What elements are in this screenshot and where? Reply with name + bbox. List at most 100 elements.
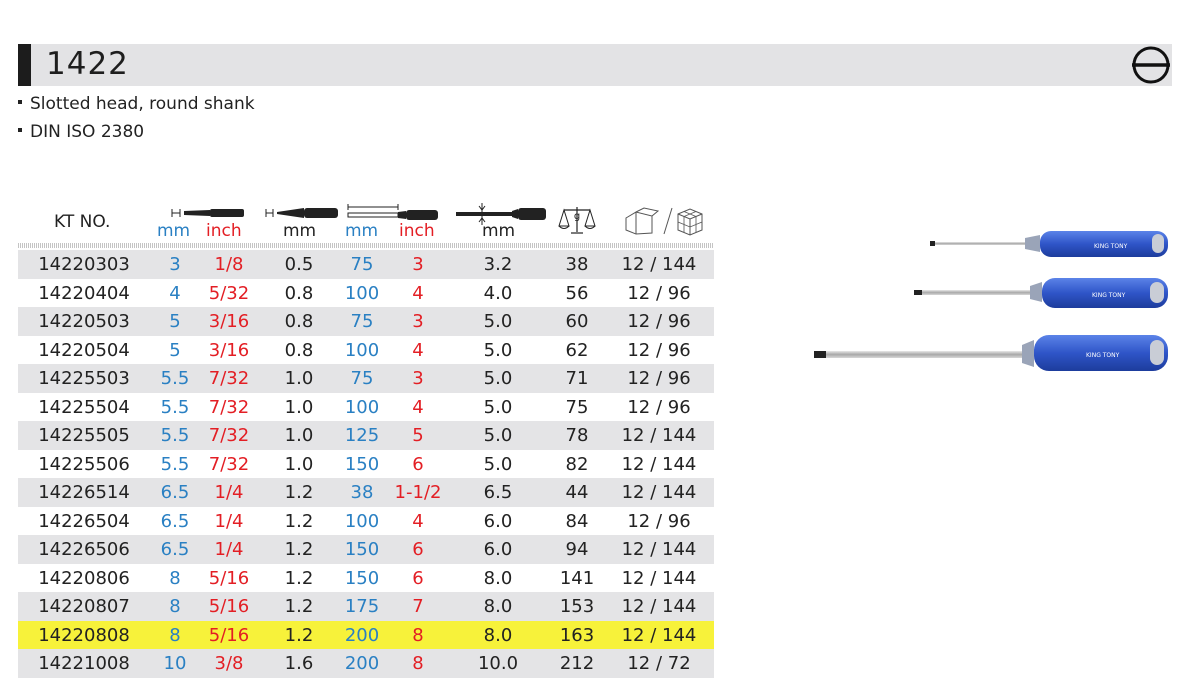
cell-weight-g: 56 [565, 282, 589, 304]
cell-thickness-mm: 1.2 [284, 596, 314, 617]
cell-shank-mm: 5.0 [483, 453, 513, 475]
cell-pack: 12 / 144 [621, 482, 697, 503]
cell-length-inch: 8 [412, 624, 424, 646]
cell-tip-mm: 8 [169, 596, 181, 617]
cell-tip-inch: 5/16 [208, 624, 250, 646]
cell-tip-mm: 3 [169, 254, 181, 275]
cell-weight-g: 84 [565, 510, 589, 532]
cell-weight-g: 82 [565, 453, 589, 475]
cell-weight-g: 38 [565, 254, 589, 275]
table-row: 14221008 10 3/8 1.6 200 8 10.0 212 12 / 72 [18, 649, 714, 678]
cell-shank-mm: 6.0 [483, 539, 513, 560]
cell-thickness-mm: 0.8 [284, 311, 314, 332]
table-row: 14220303 3 1/8 0.5 75 3 3.2 38 12 / 144 [18, 250, 714, 279]
header-shank-mm: mm [482, 221, 516, 241]
cell-length-mm: 150 [344, 453, 380, 475]
cell-weight-g: 212 [559, 653, 595, 674]
cell-length-inch: 8 [412, 653, 424, 674]
cell-tip-inch: 5/16 [208, 567, 250, 589]
cell-kt: 14226506 [38, 539, 130, 560]
feature-list: Slotted head, round shank DIN ISO 2380 [18, 92, 255, 148]
cell-tip-mm: 5 [169, 339, 181, 361]
cell-length-mm: 125 [344, 425, 380, 446]
feature-item: DIN ISO 2380 [18, 120, 255, 148]
cell-tip-inch: 3/16 [208, 339, 250, 361]
cell-shank-mm: 5.0 [483, 396, 513, 418]
cell-pack: 12 / 96 [627, 396, 691, 418]
table-row: 14220806 8 5/16 1.2 150 6 8.0 141 12 / 144 [18, 564, 714, 593]
blade-length-icon [347, 204, 438, 220]
cell-shank-mm: 8.0 [483, 596, 513, 617]
cell-kt: 14220807 [38, 596, 130, 617]
cell-thickness-mm: 1.0 [284, 453, 314, 475]
cell-kt: 14225506 [38, 453, 130, 475]
cell-tip-mm: 4 [169, 282, 181, 304]
title-bar: 1422 [18, 44, 1172, 86]
bullet-icon [18, 128, 22, 132]
cell-pack: 12 / 144 [621, 453, 697, 475]
cell-length-inch: 1-1/2 [394, 482, 442, 503]
cell-thickness-mm: 0.8 [284, 339, 314, 361]
cell-kt: 14220808 [38, 624, 130, 646]
header-tip-inch: inch [206, 221, 242, 241]
cell-pack: 12 / 144 [621, 254, 697, 275]
cell-length-inch: 5 [412, 425, 424, 446]
cell-tip-inch: 3/16 [208, 311, 250, 332]
cell-thickness-mm: 1.0 [284, 425, 314, 446]
cell-length-inch: 6 [412, 567, 424, 589]
table-row: 14220404 4 5/32 0.8 100 4 4.0 56 12 / 96 [18, 279, 714, 308]
cell-length-inch: 6 [412, 453, 424, 475]
svg-text:KING TONY: KING TONY [1094, 243, 1128, 250]
cell-length-mm: 100 [344, 339, 380, 361]
cell-pack: 12 / 96 [627, 339, 691, 361]
cell-shank-mm: 4.0 [483, 282, 513, 304]
cell-shank-mm: 6.0 [483, 510, 513, 532]
cell-tip-inch: 7/32 [208, 396, 250, 418]
table-row: 14225506 5.5 7/32 1.0 150 6 5.0 82 12 / 144 [18, 450, 714, 479]
cell-thickness-mm: 1.0 [284, 396, 314, 418]
cell-weight-g: 163 [559, 624, 595, 646]
cell-pack: 12 / 144 [621, 624, 697, 646]
header-kt-no: KT NO. [54, 212, 111, 232]
cell-kt: 14220404 [38, 282, 130, 304]
cell-pack: 12 / 144 [621, 567, 697, 589]
cell-shank-mm: 8.0 [483, 624, 513, 646]
cell-tip-inch: 5/32 [208, 282, 250, 304]
cell-length-mm: 100 [344, 282, 380, 304]
cell-pack: 12 / 72 [627, 653, 691, 674]
cell-length-mm: 150 [344, 567, 380, 589]
header-thickness-mm: mm [283, 221, 317, 241]
screwdriver-small: KING TONY [930, 231, 1168, 257]
cell-length-mm: 100 [344, 510, 380, 532]
cell-shank-mm: 5.0 [483, 339, 513, 361]
table-row: 14220807 8 5/16 1.2 175 7 8.0 153 12 / 144 [18, 592, 714, 621]
cell-weight-g: 141 [559, 567, 595, 589]
cell-kt: 14220303 [38, 254, 130, 275]
slotted-head-icon [1132, 46, 1170, 84]
cell-kt: 14225503 [38, 368, 130, 389]
header-tip-mm: mm [157, 221, 191, 241]
cell-length-inch: 6 [412, 539, 424, 560]
cell-weight-g: 60 [565, 311, 589, 332]
tip-width-icon [171, 209, 244, 217]
svg-text:KING TONY: KING TONY [1086, 352, 1120, 359]
cell-kt: 14225504 [38, 396, 130, 418]
cell-length-inch: 4 [412, 396, 424, 418]
cell-pack: 12 / 144 [621, 539, 697, 560]
cell-tip-inch: 3/8 [214, 653, 244, 674]
cell-length-mm: 200 [344, 653, 380, 674]
cell-kt: 14220503 [38, 311, 130, 332]
cell-tip-inch: 1/4 [214, 482, 244, 503]
cell-length-inch: 4 [412, 510, 424, 532]
table-row: 14226506 6.5 1/4 1.2 150 6 6.0 94 12 / 144 [18, 535, 714, 564]
cell-kt: 14221008 [38, 653, 130, 674]
cell-thickness-mm: 1.2 [284, 624, 314, 646]
cell-kt: 14226504 [38, 510, 130, 532]
cell-length-mm: 175 [344, 596, 380, 617]
cell-thickness-mm: 1.6 [284, 653, 314, 674]
svg-text:KING TONY: KING TONY [1092, 292, 1126, 299]
cell-pack: 12 / 96 [627, 282, 691, 304]
cell-tip-mm: 8 [169, 624, 181, 646]
cell-kt: 14220806 [38, 567, 130, 589]
cell-tip-mm: 5.5 [160, 425, 190, 446]
